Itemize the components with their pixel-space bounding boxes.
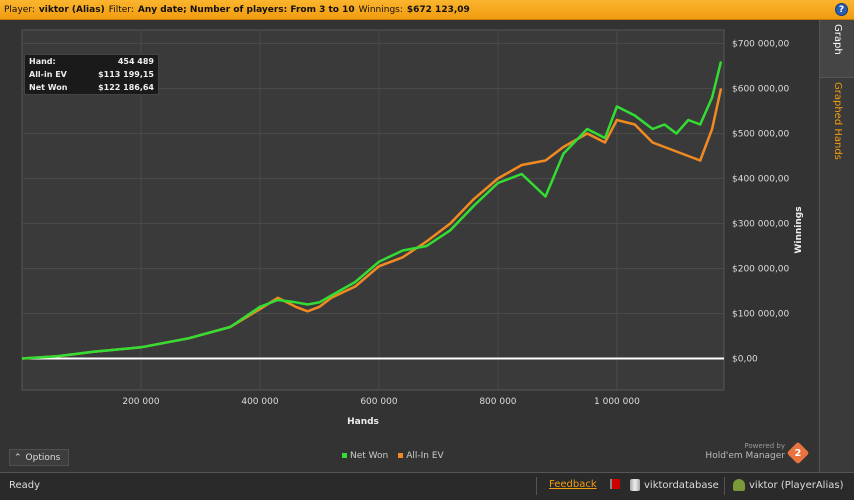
graph-panel: 200 000 400 000 600 000 800 000 1 000 000 $0,… — [0, 20, 819, 472]
options-label: Options — [25, 452, 61, 463]
y-axis-label: Winnings — [794, 206, 804, 253]
x-tick-label: 600 000 — [360, 397, 397, 407]
x-axis-label: Hands — [347, 417, 379, 427]
summary-box: Hand: 454 489 All-in EV $113 199,15 Net … — [24, 54, 159, 95]
options-button[interactable]: ⌃ Options — [9, 449, 69, 466]
player-value: viktor (Alias) — [38, 4, 105, 15]
side-tab-strip: Graph Graphed Hands — [819, 20, 854, 472]
x-tick-label: 400 000 — [241, 397, 278, 407]
player-item[interactable]: viktor (PlayerAlias) — [733, 479, 843, 491]
filter-header-bar: Player: viktor (Alias) Filter: Any date;… — [0, 0, 854, 20]
status-divider — [536, 477, 537, 495]
chart-legend: Net Won All-In EV — [342, 451, 444, 461]
database-icon — [630, 479, 640, 491]
status-bar: Ready Feedback viktordatabase viktor (Pl… — [0, 472, 854, 500]
x-tick-label: 800 000 — [479, 397, 516, 407]
x-tick-label: 200 000 — [122, 397, 159, 407]
hm2-logo-icon: 2 — [786, 441, 810, 465]
y-tick-label: $700 000,00 — [732, 40, 790, 50]
summary-value: $122 186,64 — [98, 83, 154, 92]
filter-label: Filter: — [108, 4, 134, 15]
help-icon[interactable]: ? — [835, 3, 848, 16]
summary-label: Hand: — [29, 57, 56, 66]
summary-row-net-won: Net Won $122 186,64 — [25, 81, 158, 94]
legend-label: Net Won — [350, 451, 389, 461]
y-tick-label: $200 000,00 — [732, 265, 790, 275]
database-name: viktordatabase — [644, 479, 719, 491]
feedback-link[interactable]: Feedback — [549, 479, 597, 490]
legend-swatch — [342, 453, 347, 458]
y-tick-label: $0,00 — [732, 355, 758, 365]
brand-name: Hold'em Manager — [705, 451, 785, 461]
tab-graph[interactable]: Graph — [820, 20, 854, 78]
player-alias: viktor (PlayerAlias) — [749, 479, 844, 491]
summary-row-hand: Hand: 454 489 — [25, 55, 158, 68]
y-tick-label: $500 000,00 — [732, 130, 790, 140]
logo-number: 2 — [794, 447, 802, 459]
summary-label: All-in EV — [29, 70, 67, 79]
user-icon — [733, 479, 745, 491]
flag-icon — [610, 479, 620, 489]
winnings-label: Winnings: — [358, 4, 403, 15]
winnings-value: $672 123,09 — [406, 4, 470, 15]
y-tick-label: $300 000,00 — [732, 220, 790, 230]
tab-graphed-hands[interactable]: Graphed Hands — [820, 78, 854, 178]
flag-button[interactable] — [610, 479, 620, 489]
y-tick-label: $400 000,00 — [732, 175, 790, 185]
legend-swatch — [398, 453, 404, 458]
y-tick-label: $600 000,00 — [732, 85, 790, 95]
player-label: Player: — [4, 4, 35, 15]
summary-row-allin-ev: All-in EV $113 199,15 — [25, 68, 158, 81]
status-text: Ready — [9, 480, 41, 491]
brand-logo: Powered by Hold'em Manager 2 — [700, 441, 810, 466]
x-tick-label: 1 000 000 — [594, 397, 640, 407]
y-tick-label: $100 000,00 — [732, 310, 790, 320]
filter-value: Any date; Number of players: From 3 to 1… — [137, 4, 355, 15]
legend-item-net-won: Net Won — [342, 451, 388, 461]
summary-value: 454 489 — [117, 57, 154, 66]
legend-label: All-In EV — [406, 451, 444, 461]
legend-item-all-in-ev: All-In EV — [398, 451, 444, 461]
status-divider — [724, 477, 725, 495]
powered-by-text: Powered by — [744, 442, 785, 450]
database-item[interactable]: viktordatabase — [630, 479, 719, 491]
summary-label: Net Won — [29, 83, 68, 92]
summary-value: $113 199,15 — [98, 70, 154, 79]
chevron-up-icon: ⌃ — [14, 452, 22, 463]
